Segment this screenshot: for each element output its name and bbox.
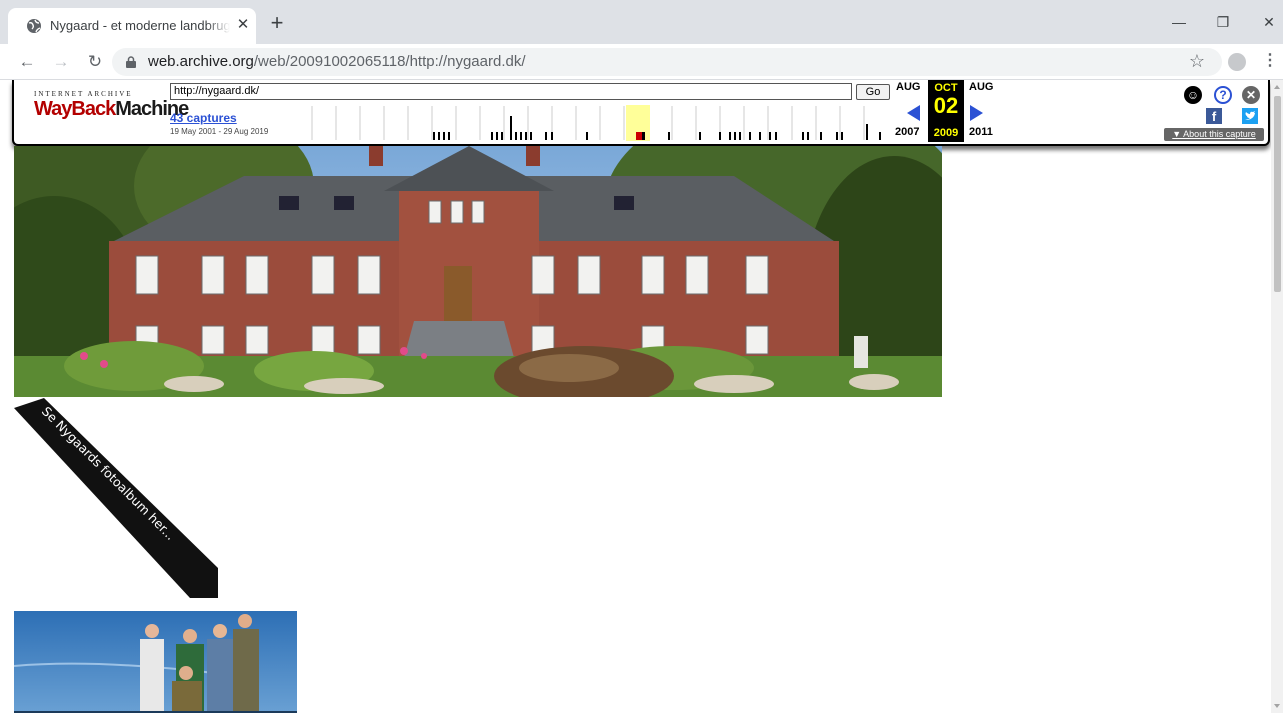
scroll-down-icon[interactable] [1274, 704, 1280, 708]
scroll-up-icon[interactable] [1274, 85, 1280, 89]
wayback-logo-top: INTERNET ARCHIVE [34, 90, 133, 98]
page-scrollbar[interactable] [1271, 80, 1283, 713]
url-path: /web/20091002065118/http://nygaard.dk/ [253, 53, 526, 70]
next-month-label[interactable]: AUG [969, 81, 993, 93]
lock-icon [126, 56, 136, 68]
wayback-logo[interactable]: WayBackMachine [34, 98, 189, 120]
current-capture-column: OCT 02 2009 [928, 80, 964, 142]
hero-manor-image [14, 146, 942, 397]
ribbon-text: Se Nygaards fotoalbum her... [39, 404, 178, 543]
team-photo [14, 611, 297, 713]
scrollbar-thumb[interactable] [1274, 96, 1281, 292]
address-bar[interactable]: web.archive.org/web/20091002065118/http:… [112, 48, 1222, 76]
back-arrow-icon[interactable]: ← [14, 50, 40, 74]
prev-capture-arrow-icon[interactable] [907, 105, 920, 121]
minimize-icon[interactable]: — [1156, 10, 1202, 34]
browser-toolbar: ← → ↻ web.archive.org/web/20091002065118… [0, 44, 1283, 80]
page-viewport: INTERNET ARCHIVE WayBackMachine http://n… [0, 80, 1283, 713]
about-capture-button[interactable]: ▼ About this capture [1164, 128, 1264, 141]
forward-arrow-icon[interactable]: → [48, 50, 74, 74]
go-button[interactable]: Go [856, 84, 890, 100]
bookmark-star-icon[interactable]: ☆ [1186, 50, 1208, 72]
next-year-label[interactable]: 2011 [969, 126, 993, 138]
tab-close-icon[interactable]: ✕ [234, 16, 252, 34]
reload-icon[interactable]: ↻ [82, 50, 108, 74]
current-year: 2009 [933, 127, 959, 139]
wayback-url-input[interactable]: http://nygaard.dk/ [170, 83, 852, 100]
globe-icon [27, 19, 41, 33]
prev-year-label[interactable]: 2007 [895, 126, 919, 138]
wayback-logo-a: WayBack [34, 98, 116, 120]
url-host: web.archive.org [148, 53, 254, 70]
capture-sparkline[interactable] [284, 104, 884, 142]
user-account-icon[interactable]: ☺ [1184, 86, 1202, 104]
browser-tab[interactable]: Nygaard - et moderne landbrug ✕ [8, 8, 256, 44]
tab-title: Nygaard - et moderne landbrug [50, 18, 230, 33]
restore-icon[interactable]: ❐ [1200, 10, 1246, 34]
facebook-share-icon[interactable]: f [1206, 108, 1222, 124]
current-day: 02 [933, 93, 959, 118]
help-icon[interactable]: ? [1214, 86, 1232, 104]
close-window-icon[interactable]: ✕ [1246, 10, 1283, 34]
new-tab-button[interactable]: + [266, 12, 288, 35]
captures-link[interactable]: 43 captures [170, 111, 237, 125]
photo-album-ribbon[interactable]: Se Nygaards fotoalbum her... [14, 398, 220, 598]
close-toolbar-icon[interactable]: ✕ [1242, 86, 1260, 104]
wayback-toolbar: INTERNET ARCHIVE WayBackMachine http://n… [12, 80, 1270, 146]
next-capture-arrow-icon[interactable] [970, 105, 983, 121]
menu-kebab-icon[interactable]: ⋮ [1262, 50, 1278, 72]
prev-month-label[interactable]: AUG [896, 81, 920, 93]
tab-strip: Nygaard - et moderne landbrug ✕ + — ❐ ✕ [0, 0, 1283, 44]
twitter-share-icon[interactable] [1242, 108, 1258, 124]
url-text: web.archive.org/web/20091002065118/http:… [148, 53, 526, 70]
capture-date-range: 19 May 2001 - 29 Aug 2019 [170, 127, 269, 136]
profile-avatar[interactable] [1228, 53, 1246, 71]
